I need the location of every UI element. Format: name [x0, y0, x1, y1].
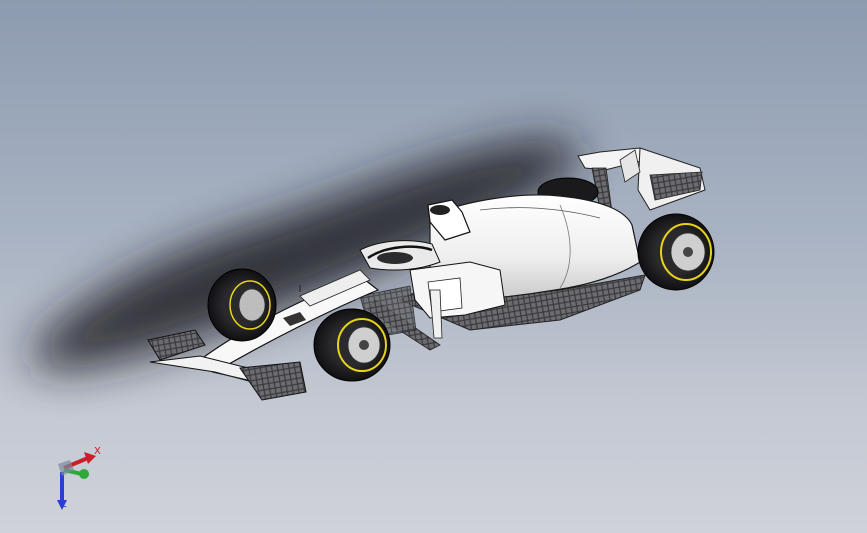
cockpit [359, 240, 441, 271]
model-view[interactable] [0, 0, 867, 533]
rear-right-tire [637, 213, 715, 291]
front-wing [147, 329, 307, 401]
graphics-viewport[interactable]: X Z [0, 0, 867, 533]
front-right-tire [313, 308, 391, 382]
x-axis-label: X [94, 446, 101, 457]
y-arrow-icon [79, 469, 89, 479]
z-axis-label: Z [60, 499, 67, 510]
front-left-tire [207, 268, 277, 342]
